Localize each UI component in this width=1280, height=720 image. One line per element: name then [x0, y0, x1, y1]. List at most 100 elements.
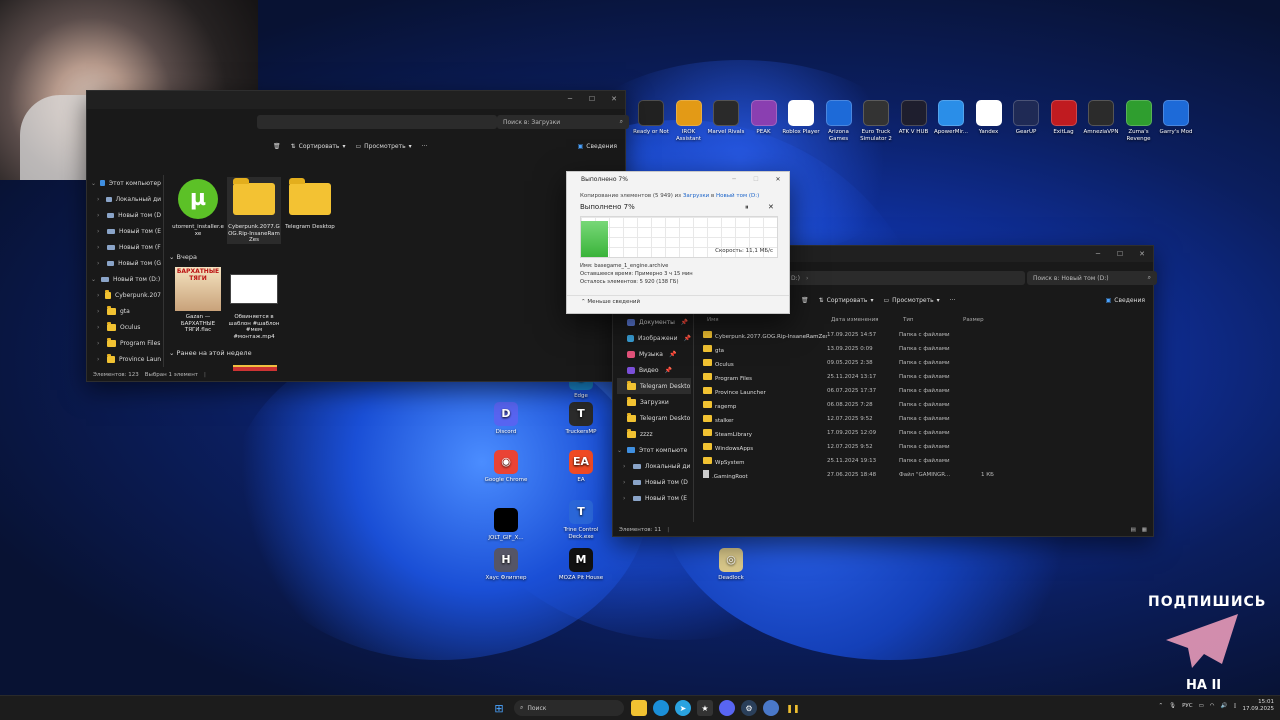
desktop-shortcut[interactable]: AmneziaVPN	[1082, 100, 1120, 136]
table-row[interactable]: Program Files 25.11.2024 13:17 Папка с фай…	[699, 370, 1153, 384]
taskbar-search[interactable]: ⌕ Поиск	[514, 700, 624, 716]
close-button[interactable]: ✕	[1131, 246, 1153, 262]
sort-button[interactable]: ⇅ Сортировать ▾	[291, 143, 346, 150]
nav-pane-divider[interactable]	[163, 175, 164, 367]
nav-item[interactable]: Музыка 📌	[617, 346, 691, 362]
nav-item[interactable]: › Новый том (F	[91, 239, 161, 255]
table-row[interactable]: stalker 12.07.2025 9:52 Папка с файлами	[699, 412, 1153, 426]
column-name[interactable]: Имя	[699, 317, 831, 323]
browser-icon[interactable]	[763, 700, 779, 716]
search-input[interactable]: Поиск в: Загрузки ⌕	[497, 115, 629, 129]
desktop-shortcut[interactable]: ◎ Deadlock	[708, 548, 754, 582]
desktop-shortcut[interactable]: Yandex	[970, 100, 1008, 136]
nav-item[interactable]: › Локальный ди	[91, 191, 161, 207]
discord-icon[interactable]	[719, 700, 735, 716]
steam-icon[interactable]: ⚙	[741, 700, 757, 716]
table-row[interactable]: WpSystem 25.11.2024 19:13 Папка с файлами	[699, 454, 1153, 468]
view-button[interactable]: ▭ Просмотреть ▾	[355, 143, 411, 150]
nav-item[interactable]: Загрузки	[617, 394, 691, 410]
sort-button[interactable]: ⇅ Сортировать ▾	[819, 297, 874, 304]
address-bar[interactable]	[257, 115, 497, 129]
nav-item[interactable]: › Program Files	[91, 335, 161, 351]
copy-progress-dialog[interactable]: Выполнено 7% ─ ☐ ✕ Копирование элементов…	[566, 171, 790, 314]
close-button[interactable]: ✕	[767, 172, 789, 186]
desktop-shortcut[interactable]: PEAK	[745, 100, 783, 136]
nav-item[interactable]: › Новый том (E	[91, 223, 161, 239]
search-input[interactable]: Поиск в: Новый том (D:) ⌕	[1027, 271, 1157, 285]
file-explorer-icon[interactable]	[631, 700, 647, 716]
desktop-shortcut[interactable]: IROK Assistant	[670, 100, 708, 142]
details-button[interactable]: ▣ Сведения	[1106, 297, 1145, 304]
clock[interactable]: 15:01 17.09.2025	[1243, 699, 1275, 713]
minimize-button[interactable]: ─	[723, 172, 745, 186]
table-row[interactable]: SteamLibrary 17.09.2025 12:09 Папка с файл…	[699, 426, 1153, 440]
pause-app-icon[interactable]: ❚❚	[785, 700, 801, 716]
network-icon[interactable]: ▭	[1199, 703, 1204, 709]
table-row[interactable]: .GamingRoot 27.06.2025 18:48 Файл "GAMINGR…	[699, 468, 1153, 482]
nav-item[interactable]: › Новый том (D	[91, 207, 161, 223]
view-button[interactable]: ▭ Просмотреть ▾	[883, 297, 939, 304]
source-link[interactable]: Загрузки	[683, 193, 709, 199]
desktop-shortcut[interactable]: GearUP	[1007, 100, 1045, 136]
desktop-shortcut[interactable]: Marvel Rivals	[707, 100, 745, 136]
desktop-shortcut[interactable]: Roblox Player	[782, 100, 820, 136]
desktop-shortcut[interactable]: ApowerMir...	[932, 100, 970, 136]
minimize-button[interactable]: ─	[1087, 246, 1109, 262]
nav-pane-divider[interactable]	[693, 314, 694, 522]
maximize-button[interactable]: ☐	[1109, 246, 1131, 262]
table-row[interactable]: gta 13.09.2025 0:09 Папка с файлами	[699, 342, 1153, 356]
table-row[interactable]: Oculus 09.05.2025 2:38 Папка с файлами	[699, 356, 1153, 370]
nav-item[interactable]: › Cyberpunk.207	[91, 287, 161, 303]
nav-item[interactable]: › Новый том (E	[617, 490, 691, 506]
file-item[interactable]: µ utorrent_installer.exe	[171, 177, 225, 237]
nav-item[interactable]: Telegram Deskto	[617, 378, 691, 394]
file-item[interactable]: Telegram Desktop	[283, 177, 337, 231]
file-item[interactable]: Cyberpunk.2077.GOG.Rip-InsaneRamZes	[227, 177, 281, 244]
wifi-icon[interactable]: ◠	[1210, 703, 1215, 709]
cancel-button[interactable]: ✕	[768, 203, 774, 211]
desktop-shortcut[interactable]: T Trine Control Deck.exe	[558, 500, 604, 540]
table-row[interactable]: ragemp 06.08.2025 7:28 Папка с файлами	[699, 398, 1153, 412]
nav-item[interactable]: Telegram Deskto	[617, 410, 691, 426]
section-this-week[interactable]: ⌄ Ранее на этой неделе	[169, 349, 252, 357]
nav-item[interactable]: ⌄ Новый том (D:)	[91, 271, 161, 287]
table-row[interactable]: Cyberpunk.2077.GOG.Rip-InsaneRamZes 17.09…	[699, 328, 1153, 342]
nav-item[interactable]: Видео 📌	[617, 362, 691, 378]
delete-button[interactable]: 🗑	[273, 143, 281, 150]
battery-icon[interactable]: ▯	[1233, 703, 1236, 709]
nav-item[interactable]: › Локальный ди	[617, 458, 691, 474]
column-type[interactable]: Тип	[903, 317, 963, 323]
nav-item[interactable]: zzzz	[617, 426, 691, 442]
close-button[interactable]: ✕	[603, 91, 625, 107]
navigation-pane[interactable]: ⌄ Этот компьютер › Локальный ди › Новый том (…	[91, 175, 161, 367]
nav-item[interactable]: Изображени 📌	[617, 330, 691, 346]
desktop-shortcut[interactable]: JOLT_GIF_X...	[483, 508, 529, 542]
desktop-shortcut[interactable]: T TruckersMP	[558, 402, 604, 436]
volume-icon[interactable]: 🔊	[1221, 703, 1228, 709]
nav-item[interactable]: › Province Laun	[91, 351, 161, 367]
nav-item[interactable]: › gta	[91, 303, 161, 319]
details-button[interactable]: ▣ Сведения	[578, 143, 617, 150]
desktop-shortcut[interactable]: M MOZA Pit House	[558, 548, 604, 582]
desktop-shortcut[interactable]: Euro Truck Simulator 2	[857, 100, 895, 142]
nav-item[interactable]: › Oculus	[91, 319, 161, 335]
delete-button[interactable]: 🗑	[801, 297, 809, 304]
more-button[interactable]: ···	[422, 143, 428, 150]
more-button[interactable]: ···	[950, 297, 956, 304]
explorer-titlebar[interactable]	[87, 91, 625, 109]
chevron-up-icon[interactable]: ⌃	[1158, 703, 1163, 709]
maximize-button[interactable]: ☐	[745, 172, 767, 186]
minimize-button[interactable]: ─	[559, 91, 581, 107]
nav-item[interactable]: ⌄ Этот компьюте	[617, 442, 691, 458]
nav-item[interactable]: ⌄ Этот компьютер	[91, 175, 161, 191]
microphone-icon[interactable]: 🎙	[1169, 703, 1176, 709]
desktop-shortcut[interactable]: D Discord	[483, 402, 529, 436]
telegram-icon[interactable]: ➤	[675, 700, 691, 716]
column-date[interactable]: Дата изменения	[831, 317, 903, 323]
desktop-shortcut[interactable]: Arizona Games	[820, 100, 858, 142]
maximize-button[interactable]: ☐	[581, 91, 603, 107]
desktop-shortcut[interactable]: ◉ Google Chrome	[483, 450, 529, 484]
desktop-shortcut[interactable]: ExitLag	[1045, 100, 1083, 136]
details-view-icon[interactable]: ▤	[1131, 527, 1136, 533]
nav-item[interactable]: › Новый том (D	[617, 474, 691, 490]
